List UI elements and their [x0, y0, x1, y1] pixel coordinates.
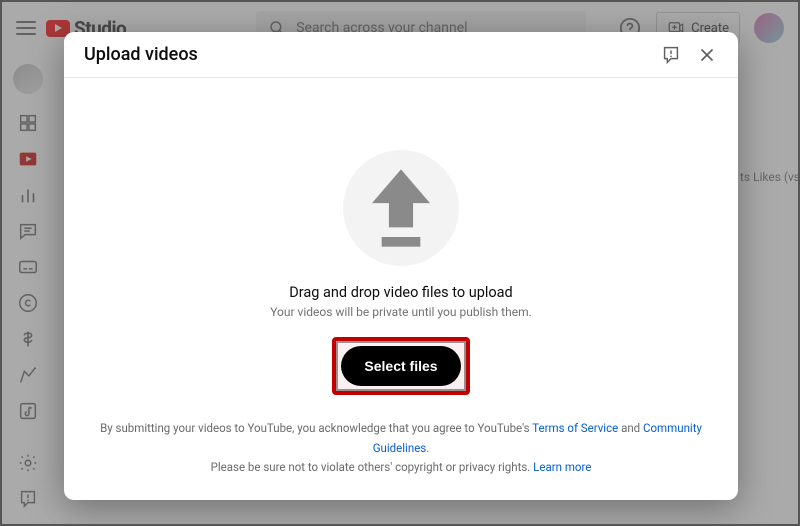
modal-title: Upload videos [84, 44, 198, 65]
upload-modal: Upload videos Drag and drop video files … [64, 32, 738, 500]
legal-and: and [618, 421, 643, 435]
drop-title: Drag and drop video files to upload [289, 284, 512, 301]
drop-subtitle: Your videos will be private until you pu… [270, 305, 532, 319]
upload-dropzone[interactable]: Drag and drop video files to upload Your… [64, 78, 738, 419]
legal-prefix: By submitting your videos to YouTube, yo… [100, 421, 532, 435]
legal-suffix: . [426, 441, 429, 455]
feedback-icon[interactable] [660, 44, 682, 66]
select-files-button[interactable]: Select files [344, 349, 457, 383]
upload-arrow-icon [343, 150, 459, 266]
legal-text: By submitting your videos to YouTube, yo… [92, 419, 710, 478]
select-files-highlight: Select files [332, 337, 469, 395]
close-icon[interactable] [696, 44, 718, 66]
tos-link[interactable]: Terms of Service [532, 421, 618, 435]
modal-footer: By submitting your videos to YouTube, yo… [64, 419, 738, 500]
legal-line2: Please be sure not to violate others' co… [211, 460, 534, 474]
learn-more-link[interactable]: Learn more [533, 460, 591, 474]
modal-header: Upload videos [64, 32, 738, 78]
upload-icon-circle [343, 150, 459, 266]
